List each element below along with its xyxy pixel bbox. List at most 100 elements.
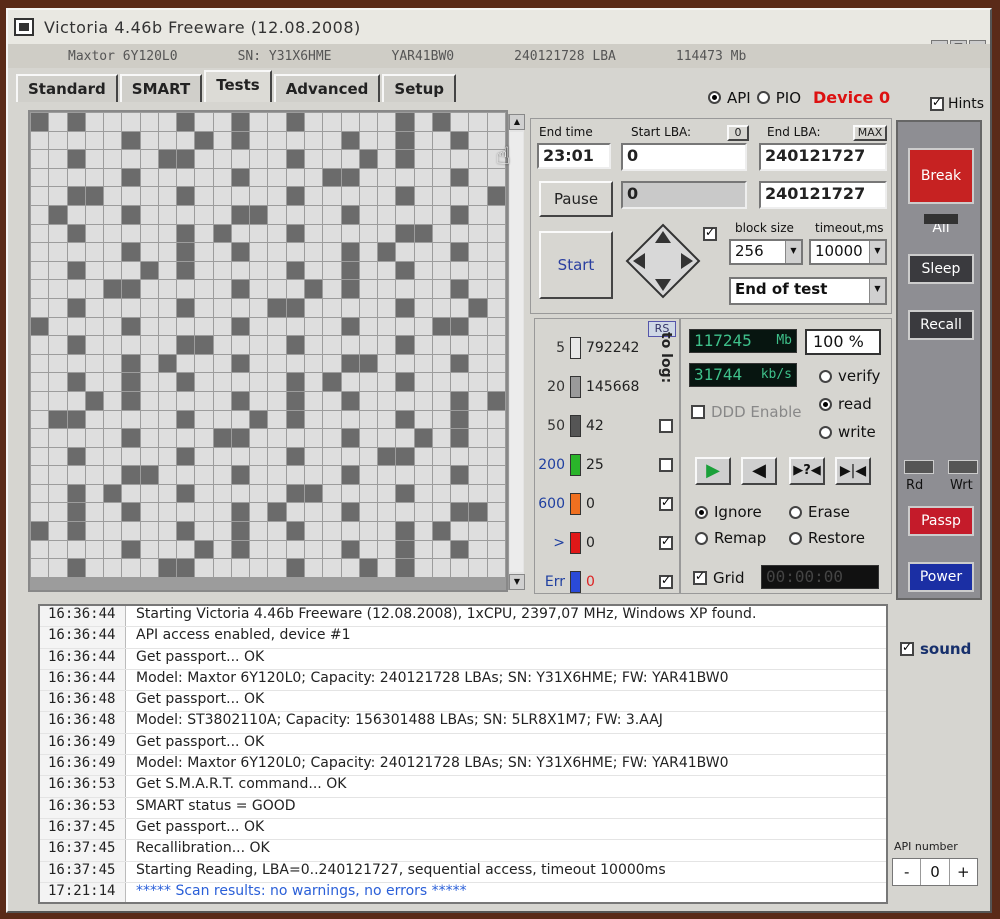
scan-cell xyxy=(104,559,122,577)
api-number-value[interactable]: 0 xyxy=(920,859,950,885)
break-all-button[interactable]: Break All xyxy=(908,148,974,236)
scan-cell xyxy=(268,429,286,447)
power-button[interactable]: Power xyxy=(908,562,974,592)
read-option[interactable]: read xyxy=(819,395,872,413)
restore-radio[interactable] xyxy=(789,531,802,545)
ignore-radio[interactable] xyxy=(695,505,708,519)
start-lba-zero-button[interactable]: 0 xyxy=(727,125,749,141)
end-action-select[interactable]: End of test ▼ xyxy=(729,277,887,305)
scan-cell xyxy=(67,224,85,243)
scan-cell xyxy=(286,540,305,559)
stat-threshold: > xyxy=(553,535,565,551)
verify-radio[interactable] xyxy=(819,369,832,383)
decrement-button[interactable]: - xyxy=(893,859,920,885)
log-checkbox[interactable] xyxy=(659,534,673,550)
max-button[interactable]: MAX xyxy=(853,125,887,141)
scan-cell xyxy=(158,187,177,205)
log-message: Model: Maxtor 6Y120L0; Capacity: 2401217… xyxy=(136,669,729,686)
restore-option[interactable]: Restore xyxy=(789,529,865,547)
pio-label: PIO xyxy=(775,88,802,107)
scan-cell xyxy=(378,261,396,280)
read-radio[interactable] xyxy=(819,397,832,411)
drive-model: Maxtor 6Y120L0 xyxy=(68,48,178,64)
skip-end-button[interactable]: ▶|◀ xyxy=(835,457,871,485)
log-checkbox[interactable] xyxy=(659,495,673,511)
chevron-down-icon[interactable]: ▼ xyxy=(869,241,885,263)
block-size-select[interactable]: 256 ▼ xyxy=(729,239,803,265)
ignore-option[interactable]: Ignore xyxy=(695,503,762,521)
scan-cell xyxy=(104,224,122,243)
scan-cell xyxy=(378,224,396,243)
scan-cell xyxy=(140,484,158,503)
scan-cell xyxy=(341,503,359,522)
scroll-down-icon[interactable]: ▼ xyxy=(509,574,525,590)
erase-radio[interactable] xyxy=(789,505,802,519)
grid-scrollbar[interactable]: ▲ ▼ xyxy=(508,114,525,590)
sound-checkbox[interactable] xyxy=(900,640,914,656)
log-checkbox[interactable] xyxy=(659,458,673,472)
log-message: Get passport... OK xyxy=(136,733,265,750)
scroll-thumb[interactable] xyxy=(510,132,523,572)
remap-option[interactable]: Remap xyxy=(695,529,766,547)
scan-cell xyxy=(195,224,213,243)
increment-button[interactable]: + xyxy=(950,859,977,885)
scan-cell xyxy=(231,429,250,447)
direction-pad[interactable] xyxy=(625,223,701,299)
device-label[interactable]: Device 0 xyxy=(813,88,890,107)
chevron-down-icon[interactable]: ▼ xyxy=(785,241,801,263)
scan-cell xyxy=(286,466,305,484)
tab-standard[interactable]: Standard xyxy=(16,74,118,102)
seek-button[interactable]: ▶?◀ xyxy=(789,457,825,485)
scroll-up-icon[interactable]: ▲ xyxy=(509,114,525,130)
sleep-button[interactable]: Sleep xyxy=(908,254,974,284)
write-radio[interactable] xyxy=(819,425,832,439)
scan-cell xyxy=(359,298,378,317)
wrt-label: Wrt xyxy=(950,478,973,493)
erase-option[interactable]: Erase xyxy=(789,503,850,521)
scan-cell xyxy=(359,559,378,577)
surface-scan-grid xyxy=(28,110,508,592)
pio-radio[interactable] xyxy=(756,91,770,104)
play-button[interactable]: ▶ xyxy=(695,457,731,485)
scan-cell xyxy=(487,205,505,224)
pause-button[interactable]: Pause xyxy=(539,181,613,217)
hints-checkbox[interactable] xyxy=(930,95,944,111)
api-number-stepper[interactable]: - 0 + xyxy=(892,858,978,886)
tab-advanced[interactable]: Advanced xyxy=(273,74,381,102)
sound-toggle[interactable]: sound xyxy=(900,640,971,658)
grid-option[interactable]: Grid xyxy=(693,569,744,587)
ddd-checkbox[interactable] xyxy=(691,405,705,419)
scan-cell xyxy=(213,484,231,503)
end-time-field[interactable]: 23:01 xyxy=(537,143,611,169)
log-checkbox[interactable] xyxy=(659,573,673,589)
passp-button[interactable]: Passp xyxy=(908,506,974,536)
grid-checkbox[interactable] xyxy=(693,569,707,585)
tab-tests[interactable]: Tests xyxy=(204,70,272,102)
tab-smart[interactable]: SMART xyxy=(119,74,203,102)
chevron-down-icon[interactable]: ▼ xyxy=(869,279,885,303)
direction-checkbox[interactable] xyxy=(703,225,717,241)
ddd-enable-option[interactable]: DDD Enable xyxy=(691,403,802,421)
scan-cell xyxy=(414,131,432,150)
scan-cell xyxy=(177,261,195,280)
write-option[interactable]: write xyxy=(819,423,876,441)
timeout-select[interactable]: 10000 ▼ xyxy=(809,239,887,265)
hints-toggle[interactable]: Hints xyxy=(930,95,984,112)
stat-row: 600 0 xyxy=(535,491,595,517)
verify-option[interactable]: verify xyxy=(819,367,880,385)
api-radio[interactable] xyxy=(708,91,721,104)
scan-cell xyxy=(268,447,286,466)
scan-cell xyxy=(487,391,505,410)
scan-cell xyxy=(414,317,432,336)
scan-cell xyxy=(213,187,231,205)
log-checkbox[interactable] xyxy=(659,419,673,433)
log-row: 16:37:45 Starting Reading, LBA=0..2401217… xyxy=(40,861,886,883)
rewind-button[interactable]: ◀ xyxy=(741,457,777,485)
tab-setup[interactable]: Setup xyxy=(382,74,456,102)
remap-radio[interactable] xyxy=(695,531,708,545)
end-lba-field[interactable]: 240121727 xyxy=(759,143,887,171)
scan-cell xyxy=(323,131,341,150)
start-button[interactable]: Start xyxy=(539,231,613,299)
recall-button[interactable]: Recall xyxy=(908,310,974,340)
start-lba-field[interactable]: 0 xyxy=(621,143,747,171)
